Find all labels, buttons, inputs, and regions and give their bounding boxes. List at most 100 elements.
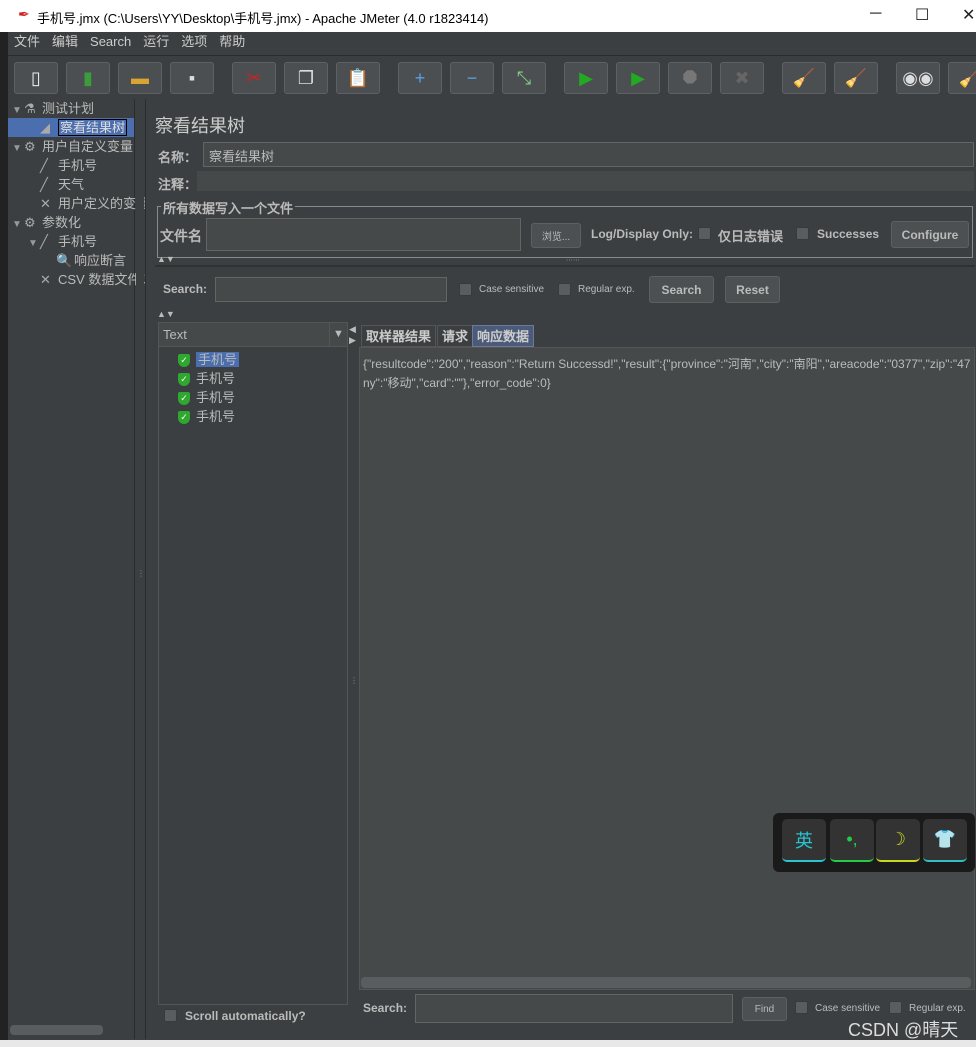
success-shield-icon: ✓	[178, 411, 190, 425]
configure-button[interactable]: Configure	[891, 221, 969, 248]
english-mode-button[interactable]: 英	[782, 819, 826, 862]
toolbar-button-start[interactable]: ▶	[564, 62, 608, 94]
collapse-icon: −	[466, 67, 478, 88]
moon-button[interactable]: ☽	[876, 819, 920, 862]
comment-label: 注释：	[158, 177, 198, 192]
comment-input[interactable]	[197, 171, 974, 191]
toolbar-button-cut[interactable]: ✂	[232, 62, 276, 94]
list-splitter-grip[interactable]: ⋮	[350, 676, 358, 685]
result-label: 手机号	[196, 409, 236, 424]
toolbar-button-stop[interactable]: ⯃	[668, 62, 712, 94]
name-input[interactable]: 察看结果树	[203, 142, 974, 167]
result-label: 手机号	[196, 390, 236, 405]
toolbar-button-copy[interactable]: ❐	[284, 62, 328, 94]
toolbar-button-clear[interactable]: 🧹	[782, 62, 826, 94]
punctuation-button[interactable]: •,	[830, 819, 874, 862]
toolbar-button-reset-search[interactable]: 🧹	[948, 62, 976, 94]
tab-1[interactable]: 请求	[437, 325, 474, 347]
name-label: 名称：	[158, 150, 198, 165]
list-collapse-arrows[interactable]: ◀ ▶	[349, 324, 356, 346]
gear-icon: ⚙	[24, 139, 36, 154]
result-item[interactable]: ✓ 手机号	[178, 351, 240, 369]
menu-0[interactable]: 文件	[14, 32, 40, 53]
tree-horizontal-scrollbar[interactable]	[10, 1025, 103, 1035]
tree-splitter[interactable]: ⋮	[136, 99, 145, 1039]
toolbar-button-clear-all[interactable]: 🧹	[834, 62, 878, 94]
punctuation-icon: •,	[846, 829, 858, 849]
regex-checkbox[interactable]	[558, 283, 571, 296]
reset-button[interactable]: Reset	[725, 276, 780, 303]
toolbar-button-shutdown[interactable]: ✖	[720, 62, 764, 94]
errors-only-checkbox[interactable]	[698, 227, 711, 240]
result-item[interactable]: ✓ 手机号	[178, 408, 235, 426]
taskbar-strip	[0, 1040, 976, 1047]
search-button[interactable]: Search	[649, 276, 714, 303]
toolbar-button-save[interactable]: ▪	[170, 62, 214, 94]
chevron-down-icon[interactable]: ▼	[329, 323, 347, 346]
jmeter-feather-icon: ✒	[18, 6, 30, 22]
minimize-button[interactable]: ─	[870, 5, 881, 23]
save-icon: ▪	[188, 67, 196, 88]
find-case-checkbox[interactable]	[795, 1001, 808, 1014]
tree-node[interactable]: ╱ 天气	[8, 175, 134, 194]
splitter-grip-1[interactable]: ⋯⋯	[566, 256, 580, 264]
tree-node[interactable]: ▼ ⚙ 参数化	[8, 213, 134, 232]
tree-node-label: 参数化	[42, 215, 82, 230]
toolbar-button-paste[interactable]: 📋	[336, 62, 380, 94]
filename-input[interactable]	[206, 218, 521, 251]
tree-node[interactable]: ▼ ╱ 手机号	[8, 232, 134, 251]
tree-node[interactable]: ✕ 用户定义的变量	[8, 194, 149, 213]
renderer-select[interactable]: Text ▼	[159, 323, 347, 347]
tab-0[interactable]: 取样器结果	[361, 325, 437, 347]
menu-2[interactable]: Search	[90, 32, 131, 53]
tree-node[interactable]: 🔍 响应断言	[8, 251, 134, 270]
horizontal-scrollbar[interactable]	[361, 977, 971, 988]
start-no-pause-icon: ▶	[631, 67, 645, 88]
toolbar-button-search[interactable]: ◉◉	[896, 62, 940, 94]
toolbar-button-new[interactable]: ▯	[14, 62, 58, 94]
tree-node[interactable]: ▼ ⚙ 用户自定义变量	[8, 137, 134, 156]
menu-1[interactable]: 编辑	[52, 32, 78, 53]
find-regex-checkbox[interactable]	[889, 1001, 902, 1014]
toolbar-button-open[interactable]: ▬	[118, 62, 162, 94]
close-button[interactable]: ✕	[962, 5, 975, 25]
test-plan-tree: ▼ ⚗ 测试计划 ◢ 察看结果树 ▼ ⚙ 用户自定义变量 ╱ 手机号 ╱ 天气 ✕ 用户定义的变量 ▼ ⚙ 参数…	[8, 99, 166, 1039]
tree-node[interactable]: ╱ 手机号	[8, 156, 134, 175]
skin-button[interactable]: 👕	[923, 819, 967, 862]
tree-node[interactable]: ◢ 察看结果树	[8, 118, 134, 137]
toolbar-button-start-no-pause[interactable]: ▶	[616, 62, 660, 94]
start-icon: ▶	[579, 67, 593, 88]
copy-icon: ❐	[297, 67, 315, 88]
find-input[interactable]	[415, 994, 733, 1023]
result-label: 手机号	[196, 371, 236, 386]
find-button[interactable]: Find	[742, 997, 787, 1021]
collapse-arrows-2[interactable]: ▲▼	[157, 309, 175, 319]
toolbar-button-toggle[interactable]: ⤡	[502, 62, 546, 94]
tree-node-label: 手机号	[58, 234, 98, 249]
scroll-auto-checkbox[interactable]	[164, 1009, 177, 1022]
toolbar-button-templates[interactable]: ▮	[66, 62, 110, 94]
gear-icon: ⚙	[24, 215, 36, 230]
menu-3[interactable]: 运行	[143, 32, 169, 53]
search-input[interactable]	[215, 277, 447, 302]
toolbar-button-collapse[interactable]: −	[450, 62, 494, 94]
tree-node-label: 手机号	[58, 158, 98, 173]
tree-node-label: 用户自定义变量	[42, 139, 134, 154]
tab-2[interactable]: 响应数据	[472, 325, 535, 347]
browse-button[interactable]: 浏览...	[531, 223, 581, 248]
result-item[interactable]: ✓ 手机号	[178, 389, 235, 407]
menu-5[interactable]: 帮助	[219, 32, 245, 53]
case-sensitive-checkbox[interactable]	[459, 283, 472, 296]
toolbar-button-expand[interactable]: +	[398, 62, 442, 94]
result-item[interactable]: ✓ 手机号	[178, 370, 235, 388]
toggle-icon: ⤡	[516, 67, 532, 88]
menu-4[interactable]: 选项	[181, 32, 207, 53]
tree-node[interactable]: ✕ CSV 数据文件设置	[8, 270, 166, 289]
successes-label: Successes	[817, 227, 880, 241]
tree-node[interactable]: ▼ ⚗ 测试计划	[8, 99, 134, 118]
response-data-area[interactable]: {"resultcode":"200","reason":"Return Suc…	[359, 347, 975, 990]
maximize-button[interactable]: ☐	[915, 5, 929, 25]
collapse-arrows-1[interactable]: ▲▼	[157, 254, 175, 264]
english-mode-icon: 英	[795, 830, 813, 851]
successes-checkbox[interactable]	[796, 227, 809, 240]
